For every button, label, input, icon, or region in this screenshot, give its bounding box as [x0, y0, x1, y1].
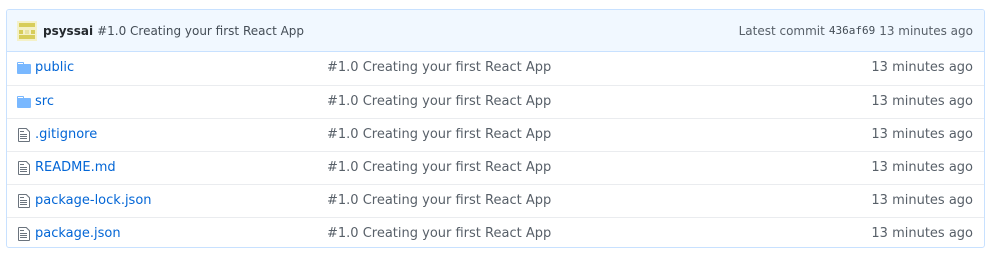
file-commit-message[interactable]: #1.0 Creating your first React App [327, 86, 551, 118]
file-row: package.json #1.0 Creating your first Rea… [7, 217, 984, 247]
file-commit-message[interactable]: #1.0 Creating your first React App [327, 152, 551, 184]
file-name-link[interactable]: public [35, 52, 74, 84]
file-age: 13 minutes ago [871, 160, 973, 175]
file-name-link[interactable]: src [35, 86, 54, 118]
file-row: src #1.0 Creating your first React App 13 … [7, 85, 984, 118]
file-age: 13 minutes ago [871, 60, 973, 75]
file-commit-message[interactable]: #1.0 Creating your first React App [327, 52, 551, 84]
file-row: public #1.0 Creating your first React App… [7, 52, 984, 85]
file-name-link[interactable]: package.json [35, 218, 121, 247]
file-name-link[interactable]: package-lock.json [35, 185, 152, 217]
file-commit-message[interactable]: #1.0 Creating your first React App [327, 218, 551, 247]
latest-commit-label: Latest commit [738, 23, 825, 38]
file-row: package-lock.json #1.0 Creating your firs… [7, 184, 984, 217]
file-commit-message[interactable]: #1.0 Creating your first React App [327, 119, 551, 151]
file-age: 13 minutes ago [871, 127, 973, 142]
commit-age: 13 minutes ago [879, 23, 973, 38]
file-row: .gitignore #1.0 Creating your first React… [7, 118, 984, 151]
file-row: README.md #1.0 Creating your first React … [7, 151, 984, 184]
folder-icon [17, 62, 31, 74]
folder-icon [17, 96, 31, 108]
file-name-link[interactable]: README.md [35, 152, 116, 184]
file-icon [18, 194, 30, 208]
file-age: 13 minutes ago [871, 94, 973, 109]
file-age: 13 minutes ago [871, 226, 973, 241]
file-icon [18, 161, 30, 175]
file-list: public #1.0 Creating your first React App… [7, 52, 984, 247]
file-commit-message[interactable]: #1.0 Creating your first React App [327, 185, 551, 217]
commit-sha[interactable]: 436af69 [829, 24, 875, 37]
file-name-link[interactable]: .gitignore [35, 119, 97, 151]
file-navigation: psyssai #1.0 Creating your first React A… [6, 9, 985, 248]
latest-commit-bar: psyssai #1.0 Creating your first React A… [7, 10, 984, 52]
commit-message[interactable]: #1.0 Creating your first React App [97, 24, 304, 38]
file-age: 13 minutes ago [871, 193, 973, 208]
commit-author[interactable]: psyssai [43, 24, 93, 38]
avatar[interactable] [17, 20, 37, 41]
file-icon [18, 227, 30, 241]
file-icon [18, 128, 30, 142]
